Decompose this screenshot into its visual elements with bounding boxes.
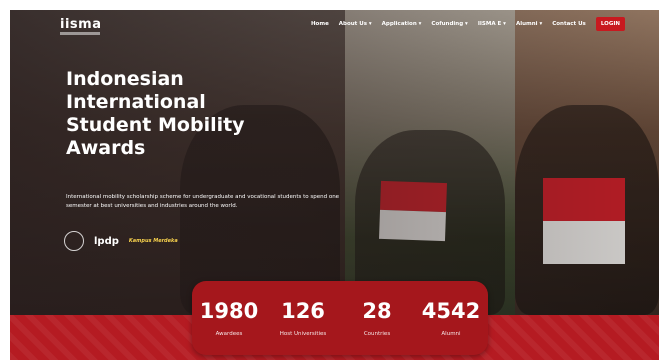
stat-awardees: 1980 Awardees: [194, 299, 264, 337]
top-navigation: iisma Home About Us ▾ Application ▾ Cofu…: [10, 10, 659, 40]
nav-cofunding[interactable]: Cofunding ▾: [431, 21, 467, 27]
page: iisma Home About Us ▾ Application ▾ Cofu…: [0, 0, 659, 360]
iisma-logo[interactable]: iisma: [60, 17, 101, 32]
kampus-merdeka-logo: Kampus Merdeka: [128, 238, 178, 244]
stat-value: 1980: [199, 299, 259, 323]
nav-home[interactable]: Home: [311, 21, 329, 27]
stat-label: Countries: [363, 331, 391, 337]
hero-banner: [10, 10, 659, 315]
stat-host-universities: 126 Host Universities: [268, 299, 338, 337]
stat-label: Host Universities: [279, 331, 327, 337]
hero-title-line: Awards: [66, 137, 146, 159]
nav-iisma-e[interactable]: IISMA E ▾: [478, 21, 506, 27]
hero-title-line: International: [66, 91, 206, 113]
stat-alumni: 4542 Alumni: [416, 299, 486, 337]
nav-alumni[interactable]: Alumni ▾: [516, 21, 542, 27]
stats-card: 1980 Awardees 126 Host Universities 28 C…: [192, 281, 488, 355]
hero-title: Indonesian International Student Mobilit…: [66, 68, 326, 160]
stat-value: 28: [362, 299, 392, 323]
nav-about-us[interactable]: About Us ▾: [339, 21, 372, 27]
hero-title-line: Indonesian: [66, 68, 184, 90]
nav-application[interactable]: Application ▾: [382, 21, 422, 27]
hero-subtitle: International mobility scholarship schem…: [66, 194, 340, 209]
nav-contact-us[interactable]: Contact Us: [552, 21, 586, 27]
stat-value: 4542: [421, 299, 481, 323]
ministry-seal-icon: [64, 231, 84, 251]
main-menu: Home About Us ▾ Application ▾ Cofunding …: [311, 17, 625, 31]
hero-overlay: [10, 10, 659, 315]
logo-tagline: [60, 32, 100, 35]
stat-label: Awardees: [215, 331, 243, 337]
lpdp-logo: lpdp: [94, 235, 119, 247]
stat-value: 126: [281, 299, 325, 323]
stat-label: Alumni: [441, 331, 461, 337]
hero-title-line: Student Mobility: [66, 114, 245, 136]
partner-logos: lpdp Kampus Merdeka: [64, 231, 178, 251]
stat-countries: 28 Countries: [342, 299, 412, 337]
login-button[interactable]: LOGIN: [595, 17, 625, 31]
